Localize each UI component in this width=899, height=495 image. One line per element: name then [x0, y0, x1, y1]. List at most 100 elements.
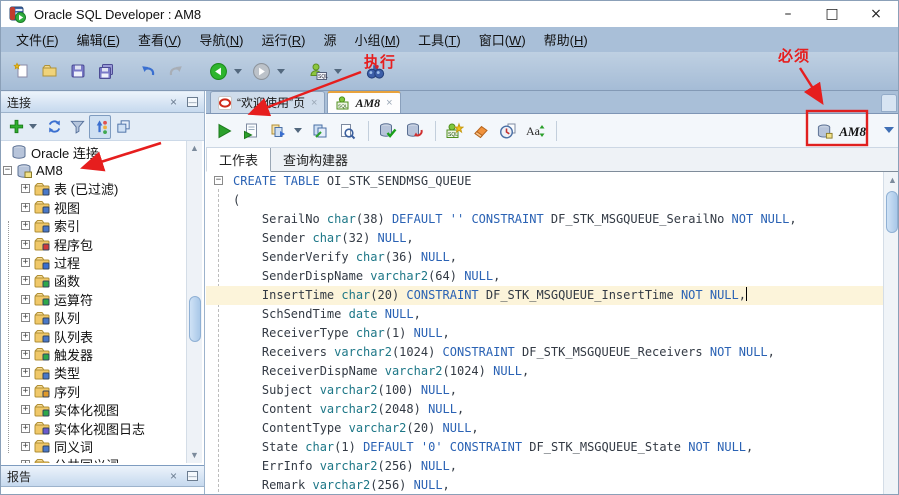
maximize-button[interactable]: □	[810, 1, 854, 27]
tree-item-4[interactable]: + 过程	[1, 253, 187, 271]
tab-overflow-button[interactable]	[881, 94, 897, 112]
connections-close-icon[interactable]: ×	[170, 95, 177, 109]
code-line-14[interactable]: ContentType varchar2(20) NULL,	[206, 419, 883, 438]
menu-item-7[interactable]: 工具(T)	[409, 27, 470, 52]
sort-button[interactable]	[89, 115, 111, 139]
open-file-button[interactable]	[37, 58, 63, 84]
reports-minimize-icon[interactable]: —	[187, 471, 198, 481]
code-line-5[interactable]: SenderVerify char(36) NULL,	[206, 248, 883, 267]
connections-button[interactable]: SQL	[305, 58, 331, 84]
code-line-15[interactable]: State char(1) DEFAULT '0' CONSTRAINT DF_…	[206, 438, 883, 457]
code-line-10[interactable]: Receivers varchar2(1024) CONSTRAINT DF_S…	[206, 343, 883, 362]
add-connection-dropdown[interactable]	[29, 124, 37, 129]
back-button[interactable]	[205, 58, 231, 84]
clear-button[interactable]	[469, 118, 493, 144]
expand-icon[interactable]: +	[21, 387, 30, 396]
add-connection-button[interactable]	[5, 115, 27, 139]
code-line-4[interactable]: Sender char(32) NULL,	[206, 229, 883, 248]
menu-item-1[interactable]: 编辑(E)	[68, 27, 129, 52]
expand-icon[interactable]: +	[21, 332, 30, 341]
tree-item-14[interactable]: + 同义词	[1, 437, 187, 455]
subtab-query-builder[interactable]: 查询构建器	[271, 148, 360, 171]
autotrace-dropdown[interactable]	[294, 128, 302, 133]
editor-scroll-up-icon[interactable]: ▲	[887, 175, 898, 186]
expand-icon[interactable]: +	[21, 258, 30, 267]
code-line-7[interactable]: InsertTime char(20) CONSTRAINT DF_STK_MS…	[206, 286, 883, 305]
code-line-2[interactable]: (	[206, 191, 883, 210]
tree-item-7[interactable]: + 队列	[1, 309, 187, 327]
menu-item-0[interactable]: 文件(F)	[7, 27, 68, 52]
run-script-button[interactable]	[239, 118, 263, 144]
code-line-16[interactable]: ErrInfo varchar2(256) NULL,	[206, 457, 883, 476]
menu-item-9[interactable]: 帮助(H)	[535, 27, 597, 52]
code-line-3[interactable]: SerailNo char(38) DEFAULT '' CONSTRAINT …	[206, 210, 883, 229]
code-line-17[interactable]: Remark varchar2(256) NULL,	[206, 476, 883, 495]
editor-scrollbar[interactable]: ▲	[883, 172, 899, 495]
tree-item-oracle-connections[interactable]: Oracle 连接	[1, 143, 187, 161]
tab-am8[interactable]: SQL AM8 ×	[327, 91, 400, 113]
menu-item-2[interactable]: 查看(V)	[129, 27, 190, 52]
sql-code-editor[interactable]: − CREATE TABLE OI_STK_SENDMSG_QUEUE( Ser…	[206, 172, 883, 495]
tab-welcome[interactable]: “欢迎使用”页 ×	[210, 91, 325, 113]
close-button[interactable]: ×	[854, 1, 898, 27]
commit-button[interactable]	[375, 118, 399, 144]
subtab-worksheet[interactable]: 工作表	[206, 148, 271, 172]
tree-item-8[interactable]: + 队列表	[1, 327, 187, 345]
menu-item-4[interactable]: 运行(R)	[252, 27, 314, 52]
refresh-button[interactable]	[43, 115, 65, 139]
expand-icon[interactable]: +	[21, 350, 30, 359]
tree-scroll-up-icon[interactable]: ▲	[189, 143, 200, 154]
expand-icon[interactable]: +	[21, 221, 30, 230]
tab-am8-close-icon[interactable]: ×	[386, 97, 392, 109]
expand-icon[interactable]: +	[21, 184, 30, 193]
tree-item-2[interactable]: + 索引	[1, 217, 187, 235]
code-line-12[interactable]: Subject varchar2(100) NULL,	[206, 381, 883, 400]
expand-icon[interactable]: +	[21, 276, 30, 285]
collapse-icon[interactable]: −	[3, 166, 12, 175]
tree-scroll-down-icon[interactable]: ▼	[189, 450, 200, 461]
expand-icon[interactable]: +	[21, 313, 30, 322]
new-file-button[interactable]	[9, 58, 35, 84]
rollback-button[interactable]	[402, 118, 426, 144]
code-line-13[interactable]: Content varchar2(2048) NULL,	[206, 400, 883, 419]
expand-icon[interactable]: +	[21, 240, 30, 249]
tree-item-10[interactable]: + 类型	[1, 364, 187, 382]
expand-icon[interactable]: +	[21, 442, 30, 451]
expand-icon[interactable]: +	[21, 460, 30, 463]
filter-button[interactable]	[66, 115, 88, 139]
autotrace-button[interactable]	[266, 118, 290, 144]
tree-item-1[interactable]: + 视图	[1, 198, 187, 216]
tree-item-11[interactable]: + 序列	[1, 382, 187, 400]
connection-selector[interactable]: AM8	[810, 118, 872, 145]
tuning-advisor-button[interactable]	[335, 118, 359, 144]
explain-plan-button[interactable]	[308, 118, 332, 144]
forward-dropdown[interactable]	[277, 69, 285, 74]
reports-close-icon[interactable]: ×	[170, 469, 177, 483]
save-button[interactable]	[65, 58, 91, 84]
undo-button[interactable]	[135, 58, 161, 84]
tree-item-15[interactable]: + 公共同义词	[1, 456, 187, 463]
tree-item-am8-connection[interactable]: − AM8	[1, 161, 187, 179]
expand-icon[interactable]: +	[21, 368, 30, 377]
unshared-worksheet-button[interactable]: SQL	[442, 118, 466, 144]
tree-scrollbar-thumb[interactable]	[189, 296, 201, 342]
search-button[interactable]	[362, 58, 388, 84]
run-statement-button[interactable]	[212, 118, 236, 144]
minimize-button[interactable]: –	[766, 1, 810, 27]
expand-icon[interactable]: +	[21, 203, 30, 212]
connection-selector-dropdown[interactable]	[884, 127, 894, 133]
tree-item-0[interactable]: + 表 (已过滤)	[1, 180, 187, 198]
code-line-11[interactable]: ReceiverDispName varchar2(1024) NULL,	[206, 362, 883, 381]
tree-item-3[interactable]: + 程序包	[1, 235, 187, 253]
tree-item-5[interactable]: + 函数	[1, 272, 187, 290]
back-dropdown[interactable]	[234, 69, 242, 74]
menu-item-3[interactable]: 导航(N)	[190, 27, 252, 52]
menu-item-6[interactable]: 小组(M)	[346, 27, 410, 52]
tree-item-6[interactable]: + 运算符	[1, 290, 187, 308]
expand-icon[interactable]: +	[21, 405, 30, 414]
tree-item-13[interactable]: + 实体化视图日志	[1, 419, 187, 437]
sql-history-button[interactable]	[496, 118, 520, 144]
code-line-9[interactable]: ReceiverType char(1) NULL,	[206, 324, 883, 343]
tree-item-9[interactable]: + 触发器	[1, 345, 187, 363]
connections-minimize-icon[interactable]: —	[187, 97, 198, 107]
